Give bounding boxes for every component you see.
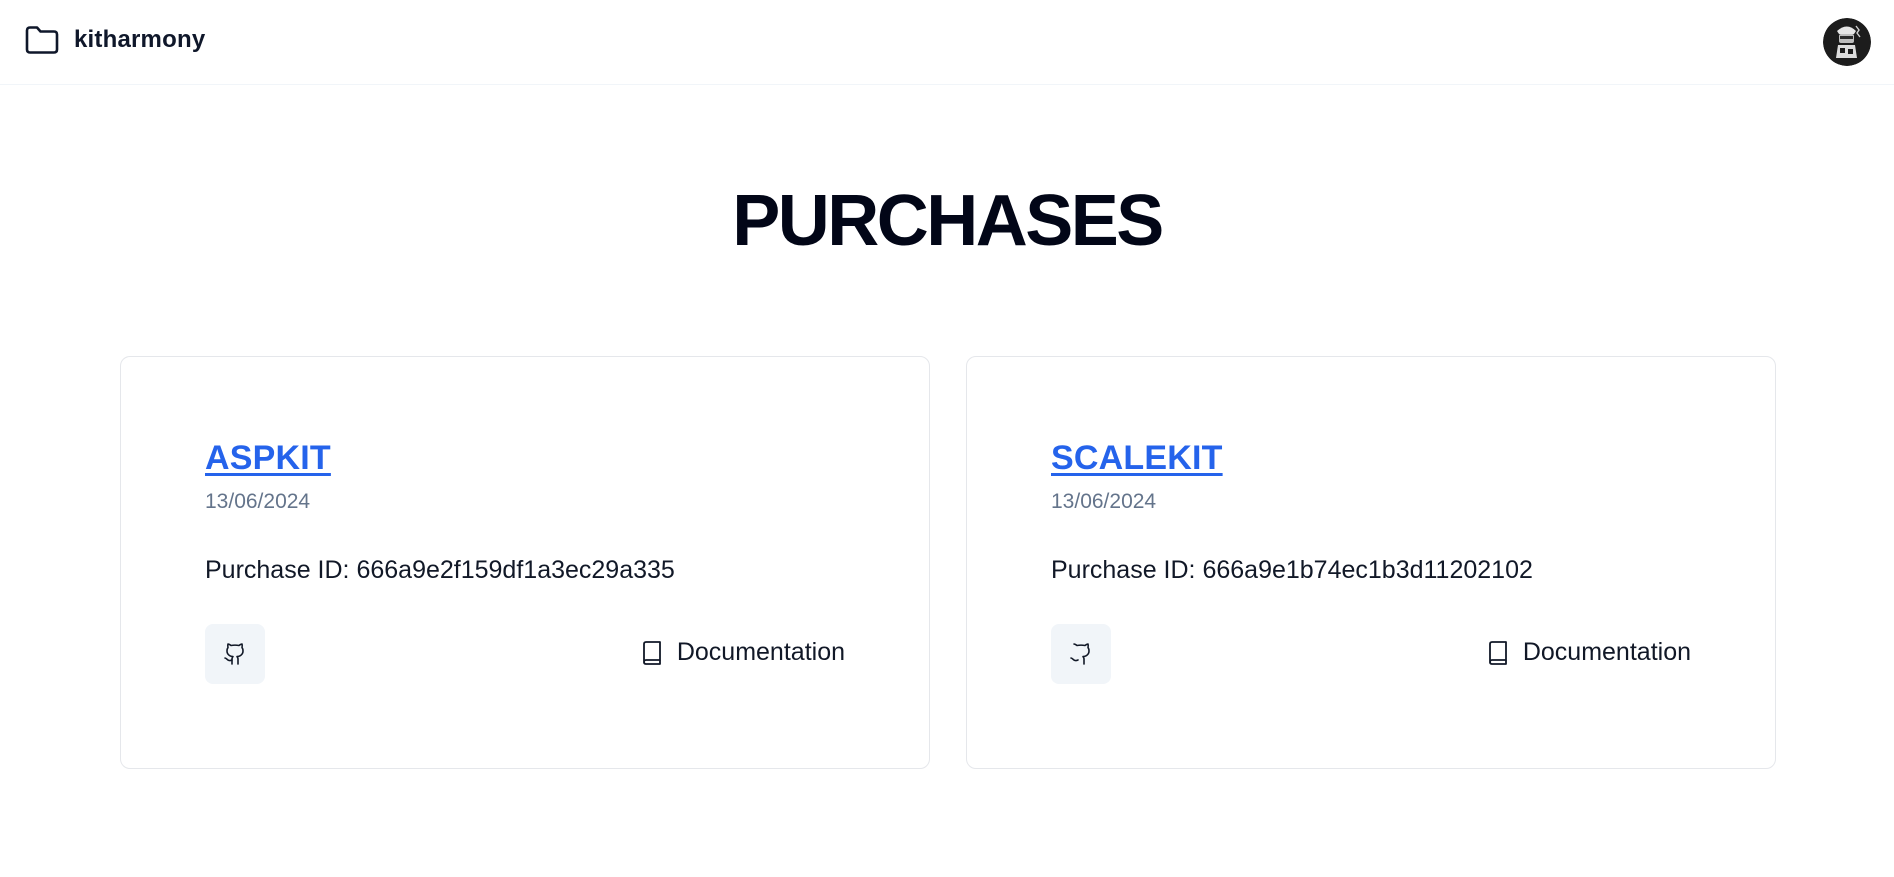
purchase-date: 13/06/2024	[1051, 490, 1157, 513]
github-icon	[224, 643, 244, 665]
purchase-id: Purchase ID: 666a9e1b74ec1b3d11202102	[1051, 556, 1533, 584]
book-icon	[642, 640, 661, 665]
brand-home-link[interactable]: kitharmony	[24, 24, 205, 56]
purchase-card: ASPKIT 13/06/2024 Purchase ID: 666a9e2f1…	[120, 356, 930, 769]
documentation-label: Documentation	[1522, 638, 1691, 666]
book-icon	[1488, 640, 1507, 665]
brand-name: kitharmony	[74, 26, 206, 53]
page-title: PURCHASES	[732, 181, 1164, 261]
user-avatar[interactable]	[1823, 18, 1871, 66]
kit-name-link[interactable]: SCALEKIT	[1051, 439, 1223, 478]
purchase-id: Purchase ID: 666a9e2f159df1a3ec29a335	[205, 556, 675, 584]
documentation-link[interactable]: Documentation	[641, 638, 845, 667]
github-button[interactable]	[1051, 624, 1111, 684]
documentation-link[interactable]: Documentation	[1487, 638, 1691, 667]
kit-name-link[interactable]: ASPKIT	[205, 439, 331, 478]
github-button[interactable]	[205, 624, 265, 684]
folder-icon	[25, 26, 59, 54]
purchase-card: SCALEKIT 13/06/2024 Purchase ID: 666a9e1…	[966, 356, 1776, 769]
top-nav-bar: kitharmony	[0, 0, 1894, 85]
github-icon	[1070, 643, 1090, 665]
documentation-label: Documentation	[676, 638, 845, 666]
purchase-date: 13/06/2024	[205, 490, 311, 513]
